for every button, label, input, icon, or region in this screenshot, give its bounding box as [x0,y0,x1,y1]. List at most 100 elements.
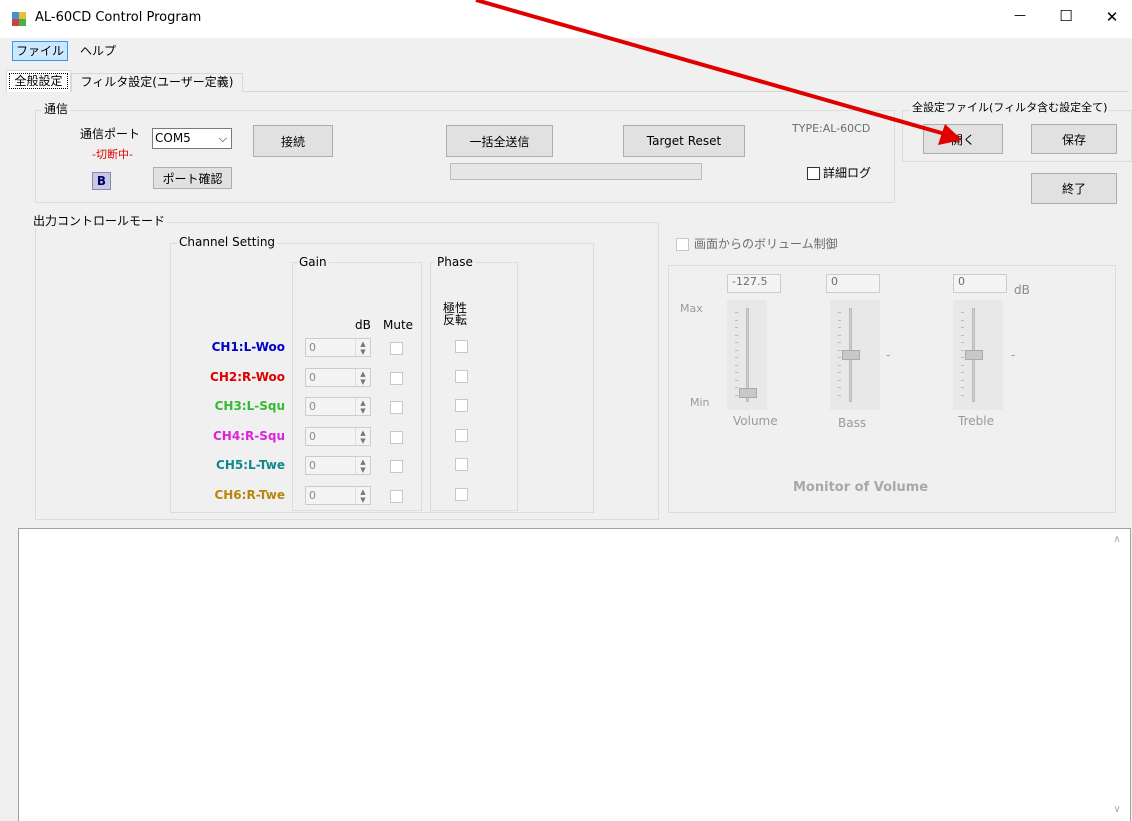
channel-label: CH2:R-Woo [210,370,285,384]
slider-tick [961,342,964,343]
detail-log-label: 詳細ログ [823,166,872,180]
screen-volume-checkbox[interactable] [676,238,689,251]
gain-stepper[interactable]: 0 ▲ ▼ [305,338,371,357]
polarity-checkbox[interactable] [455,429,468,442]
treble-slider[interactable] [953,300,1003,410]
connect-button[interactable]: 接続 [253,125,333,157]
stepper-arrows-icon[interactable]: ▲ ▼ [355,339,370,356]
monitor-of-volume-label: Monitor of Volume [793,480,929,495]
gain-stepper[interactable]: 0 ▲ ▼ [305,397,371,416]
connection-status: -切断中- [92,148,133,161]
treble-dash: - [1011,348,1016,362]
gain-title: Gain [297,255,329,269]
log-textarea[interactable] [18,528,1131,821]
polarity-checkbox[interactable] [455,340,468,353]
close-icon[interactable]: ✕ [1092,8,1132,28]
target-reset-button[interactable]: Target Reset [623,125,745,157]
detail-log-checkbox[interactable] [807,167,820,180]
slider-tick [838,349,841,351]
slider-tick [838,327,841,328]
screen-volume-label: 画面からのボリューム制御 [694,237,838,251]
gain-stepper[interactable]: 0 ▲ ▼ [305,486,371,505]
slider-tick [961,372,964,373]
stepper-arrows-icon[interactable]: ▲ ▼ [355,487,370,504]
mute-checkbox[interactable] [390,431,403,444]
tab-general[interactable]: 全般設定 [6,70,71,92]
volume-slider-thumb[interactable] [739,388,757,398]
port-check-button[interactable]: ポート確認 [153,167,232,189]
slider-tick [735,334,738,336]
scroll-down-icon[interactable]: ∨ [1110,804,1124,818]
phase-group [430,262,518,511]
bass-slider-thumb[interactable] [842,350,860,360]
send-all-button[interactable]: 一括全送信 [446,125,553,157]
stepper-arrows-icon[interactable]: ▲ ▼ [355,428,370,445]
slider-tick [961,387,964,388]
slider-tick [735,379,738,381]
slider-tick [735,387,738,388]
exit-button[interactable]: 終了 [1031,173,1117,204]
menu-help[interactable]: ヘルプ [80,41,120,61]
volume-slider[interactable] [727,300,767,410]
mute-header: Mute [383,318,414,332]
treble-value-box: 0 [953,274,1007,293]
polarity-checkbox[interactable] [455,488,468,501]
treble-slider-thumb[interactable] [965,350,983,360]
slider-tick [961,334,964,336]
bass-slider[interactable] [830,300,880,410]
slider-tick [961,364,964,366]
window-title: AL-60CD Control Program [35,10,202,25]
port-select[interactable]: COM5 ⌵ [152,128,232,149]
bass-label: Bass [838,416,867,430]
polarity-checkbox[interactable] [455,458,468,471]
polarity-checkbox[interactable] [455,399,468,412]
slider-tick [838,372,841,373]
slider-tick [735,327,738,328]
mute-checkbox[interactable] [390,490,403,503]
db-unit-label: dB [1014,283,1030,297]
slider-tick [961,349,964,351]
slider-tick [961,327,964,328]
save-button[interactable]: 保存 [1031,124,1117,154]
slider-tick [961,379,964,381]
mute-checkbox[interactable] [390,342,403,355]
gain-stepper[interactable]: 0 ▲ ▼ [305,427,371,446]
tab-filter[interactable]: フィルタ設定(ユーザー定義) [71,73,243,92]
stepper-arrows-icon[interactable]: ▲ ▼ [355,369,370,386]
file-settings-title: 全設定ファイル(フィルタ含む設定全て) [910,101,1110,115]
channel-label: CH3:L-Squ [214,399,285,413]
channel-label: CH6:R-Twe [214,488,285,502]
channel-setting-title: Channel Setting [177,235,278,249]
menu-file[interactable]: ファイル [12,41,68,61]
mute-checkbox[interactable] [390,460,403,473]
slider-tick [735,394,738,396]
bass-value-box: 0 [826,274,880,293]
slider-tick [838,342,841,343]
slider-tick [961,394,964,396]
slider-tick [735,349,738,351]
gain-stepper[interactable]: 0 ▲ ▼ [305,368,371,387]
mute-checkbox[interactable] [390,372,403,385]
slider-tick [735,357,738,358]
open-button[interactable]: 開く [923,124,1003,154]
polarity-checkbox[interactable] [455,370,468,383]
device-type: TYPE:AL-60CD [792,122,871,135]
slider-tick [735,312,738,313]
progress-bar [450,163,702,180]
stepper-arrows-icon[interactable]: ▲ ▼ [355,457,370,474]
gain-stepper[interactable]: 0 ▲ ▼ [305,456,371,475]
scroll-up-icon[interactable]: ∧ [1110,534,1124,548]
b-button[interactable]: B [92,172,111,190]
gain-value: 0 [309,371,316,384]
comm-group-title: 通信 [42,102,71,116]
stepper-arrows-icon[interactable]: ▲ ▼ [355,398,370,415]
slider-tick [838,319,841,321]
output-control-title: 出力コントロールモード [31,214,168,228]
phase-title: Phase [435,255,475,269]
minimize-icon[interactable]: — [1000,8,1040,28]
gain-value: 0 [309,430,316,443]
maximize-icon[interactable]: ☐ [1046,7,1086,27]
slider-tick [838,394,841,396]
mute-checkbox[interactable] [390,401,403,414]
app-icon [12,12,26,26]
